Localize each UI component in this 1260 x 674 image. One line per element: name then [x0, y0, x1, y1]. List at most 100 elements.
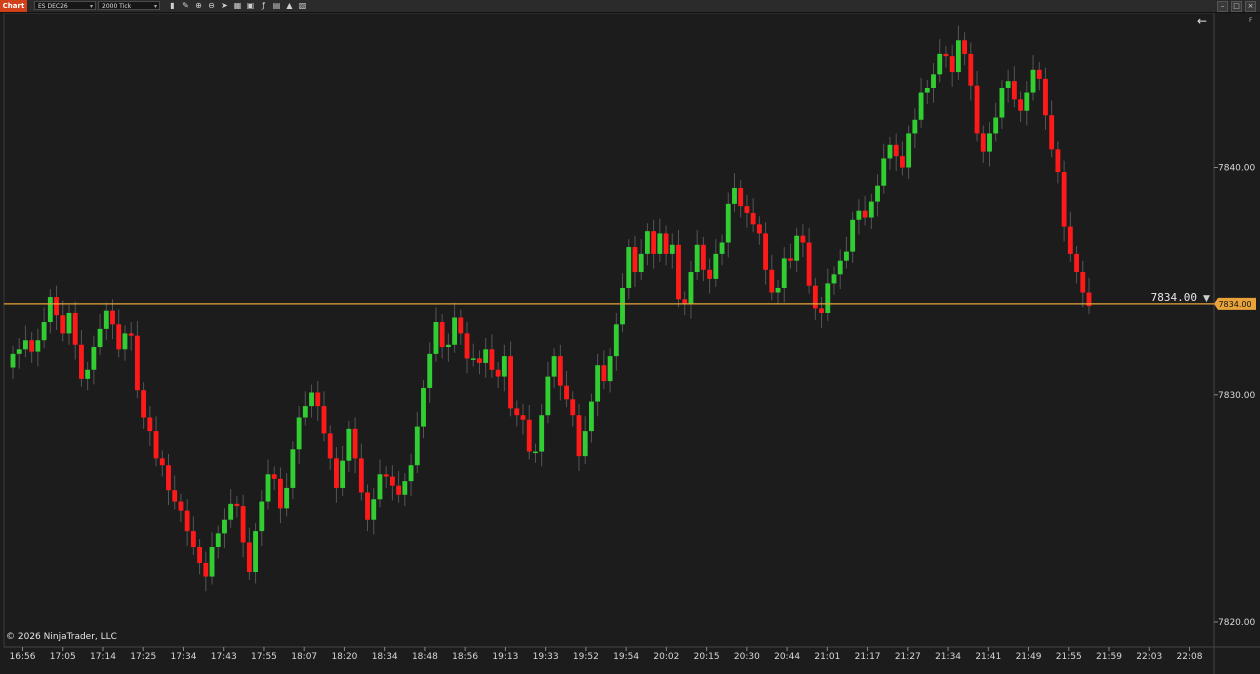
x-tick-label: 17:25 — [130, 652, 156, 662]
candle-down — [190, 531, 196, 548]
candle-down — [763, 233, 769, 270]
candle-down — [184, 510, 190, 532]
chart-tab[interactable]: Chart — [0, 0, 27, 12]
candle-down — [203, 562, 209, 577]
copyright-text: © 2026 NinjaTrader, LLC — [6, 632, 117, 642]
candle-up — [775, 287, 781, 293]
candle-down — [110, 310, 115, 325]
candle-up — [309, 392, 314, 407]
candle-up — [470, 358, 476, 360]
candle-up — [97, 328, 103, 348]
maximize-icon[interactable]: □ — [1231, 1, 1242, 12]
cursor-icon[interactable]: ➤ — [219, 1, 230, 11]
indicator-icon[interactable]: ƒ — [258, 1, 269, 11]
bar-type-icon[interactable]: ▮ — [167, 1, 178, 11]
candle-down — [495, 369, 501, 377]
candle-up — [427, 353, 433, 388]
candle-down — [949, 56, 955, 73]
candle-up — [669, 244, 675, 254]
candle-up — [545, 376, 551, 416]
candle-up — [582, 431, 588, 457]
candle-up — [539, 415, 545, 452]
candle-up — [371, 499, 377, 520]
candle-up — [35, 340, 41, 352]
candle-down — [676, 244, 681, 300]
candle-down — [514, 408, 520, 416]
candle-up — [912, 119, 918, 134]
candle-down — [234, 503, 240, 507]
candle-up — [340, 460, 346, 488]
candle-down — [812, 285, 818, 309]
candle-up — [209, 547, 215, 577]
minimize-icon[interactable]: – — [1217, 1, 1228, 12]
candle-down — [893, 144, 899, 157]
candle-up — [794, 235, 800, 261]
window-controls: – □ × — [1217, 1, 1256, 12]
toolbar-icons: ▮ ✎ ⊕ ⊖ ➤ ▦ ▣ ƒ ▤ ▲ ▧ — [167, 1, 308, 11]
copy-icon[interactable]: ▧ — [297, 1, 308, 11]
instrument-selector[interactable]: ES DEC26 ▾ — [34, 1, 96, 10]
x-tick-label: 21:34 — [935, 652, 961, 662]
candle-up — [887, 144, 893, 159]
x-tick-label: 19:13 — [492, 652, 518, 662]
candle-down — [968, 53, 974, 86]
x-tick-label: 18:56 — [452, 652, 478, 662]
x-tick-label: 20:44 — [774, 652, 800, 662]
x-tick-label: 18:34 — [372, 652, 398, 662]
x-tick-label: 21:17 — [855, 652, 881, 662]
strategy-icon[interactable]: ▣ — [245, 1, 256, 11]
x-tick-label: 20:15 — [694, 652, 720, 662]
candle-up — [296, 417, 302, 450]
candle-down — [321, 406, 327, 434]
candle-up — [302, 406, 308, 418]
candle-up — [91, 347, 97, 370]
back-arrow-icon[interactable]: ← — [1197, 14, 1207, 28]
candle-down — [943, 53, 949, 57]
candle-up — [781, 258, 787, 288]
candle-up — [589, 401, 594, 432]
candle-up — [377, 474, 383, 500]
candle-down — [738, 187, 744, 207]
candle-up — [1030, 69, 1036, 93]
candle-down — [806, 242, 812, 286]
candle-down — [60, 315, 66, 334]
x-tick-label: 17:55 — [251, 652, 277, 662]
candle-up — [875, 185, 880, 202]
candle-down — [1011, 81, 1017, 100]
share-icon[interactable]: ▲ — [284, 1, 295, 11]
candle-down — [1036, 69, 1042, 79]
zoom-out-icon[interactable]: ⊖ — [206, 1, 217, 11]
candle-up — [501, 356, 507, 377]
x-tick-label: 17:05 — [50, 652, 76, 662]
candle-up — [10, 353, 16, 368]
candle-down — [278, 478, 283, 509]
candle-down — [682, 299, 688, 304]
candle-down — [707, 269, 713, 279]
candle-down — [974, 85, 980, 134]
candle-down — [477, 358, 482, 363]
candle-down — [1049, 115, 1055, 150]
candle-up — [999, 87, 1005, 118]
candle-down — [134, 335, 140, 391]
candle-down — [1067, 226, 1073, 254]
candle-up — [290, 449, 296, 488]
candle-down — [899, 156, 905, 168]
candle-up — [228, 503, 234, 520]
candle-down — [1018, 99, 1024, 111]
candle-up — [445, 344, 451, 348]
candle-up — [551, 356, 557, 377]
price-chart[interactable]: 7820.00 7830.00 7840.00 16:56 17:05 17:14 17:2… — [0, 13, 1260, 674]
zoom-in-icon[interactable]: ⊕ — [193, 1, 204, 11]
draw-icon[interactable]: ✎ — [180, 1, 191, 11]
candle-down — [54, 297, 59, 316]
candle-down — [962, 40, 968, 54]
candle-down — [1061, 172, 1067, 227]
close-icon[interactable]: × — [1245, 1, 1256, 12]
candle-up — [66, 312, 72, 334]
interval-label: 2000 Tick — [102, 3, 132, 10]
interval-selector[interactable]: 2000 Tick ▾ — [98, 1, 160, 10]
candle-down — [72, 312, 78, 345]
template-icon[interactable]: ▤ — [271, 1, 282, 11]
candle-up — [694, 244, 700, 273]
properties-icon[interactable]: ▦ — [232, 1, 243, 11]
